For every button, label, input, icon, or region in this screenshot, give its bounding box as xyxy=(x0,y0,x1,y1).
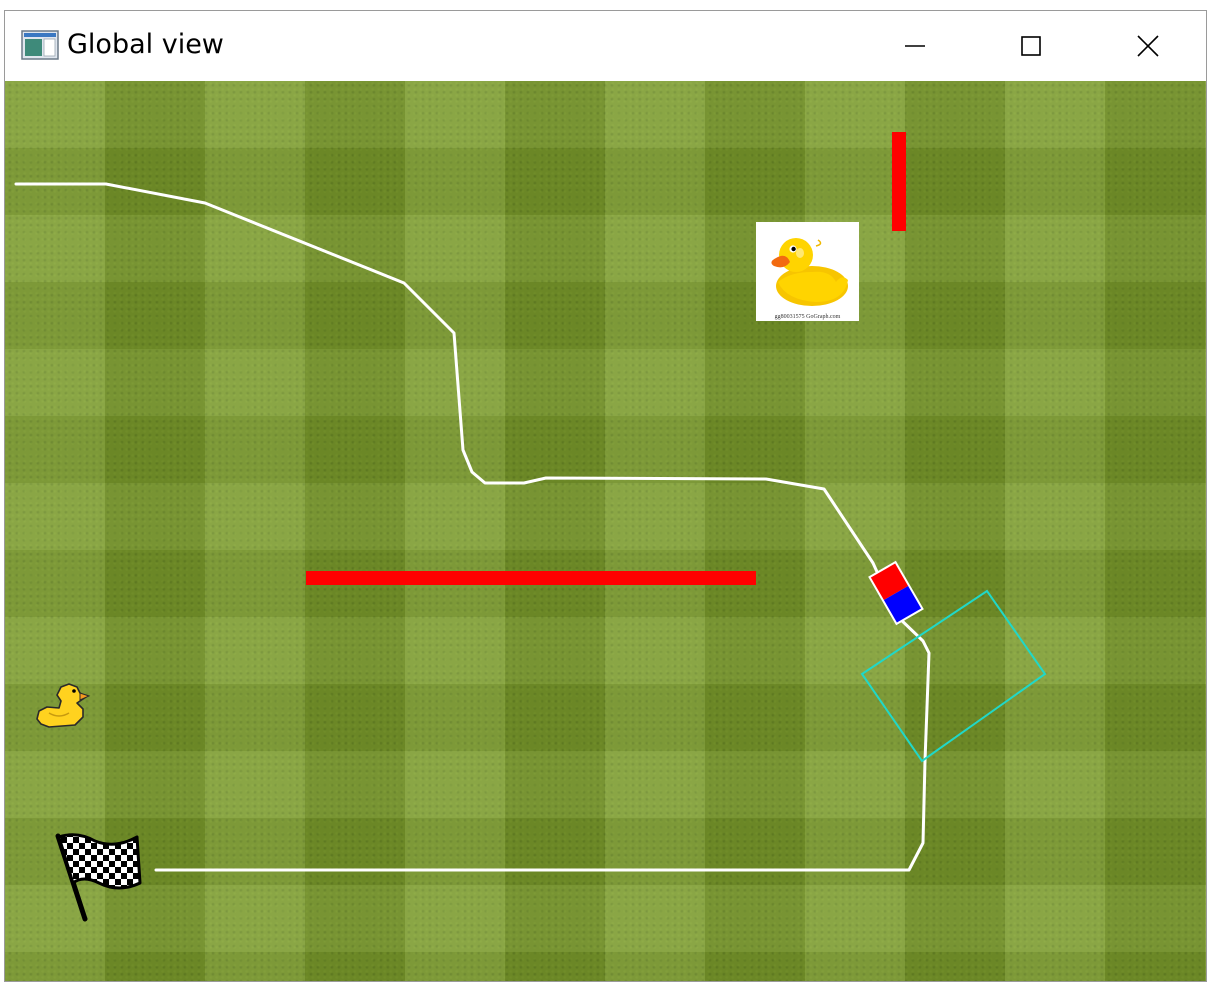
minimize-icon xyxy=(905,45,925,47)
rubber-duck-photo xyxy=(771,238,848,306)
global-view-window: Global view gg80031575 GoGraph.com xyxy=(4,10,1207,982)
maximize-button[interactable] xyxy=(973,11,1089,81)
maximize-icon xyxy=(1021,36,1041,56)
field-overlay xyxy=(14,132,1047,922)
window-title: Global view xyxy=(67,29,224,60)
close-button[interactable] xyxy=(1090,11,1206,81)
sensor-range-box xyxy=(860,589,1047,763)
close-icon xyxy=(1137,35,1159,57)
title-bar[interactable]: Global view xyxy=(5,11,1206,81)
app-window-icon xyxy=(21,30,59,60)
target-duck-photo: gg80031575 GoGraph.com xyxy=(756,222,859,321)
simulation-field[interactable]: gg80031575 GoGraph.com xyxy=(5,81,1206,981)
wall-obstacle-horizontal xyxy=(306,571,756,585)
duck-icon xyxy=(36,683,91,728)
checkered-flag-icon xyxy=(55,833,142,922)
minimize-button[interactable] xyxy=(857,11,973,81)
photo-credit: gg80031575 GoGraph.com xyxy=(774,314,841,320)
wall-obstacle-vertical xyxy=(892,132,906,231)
